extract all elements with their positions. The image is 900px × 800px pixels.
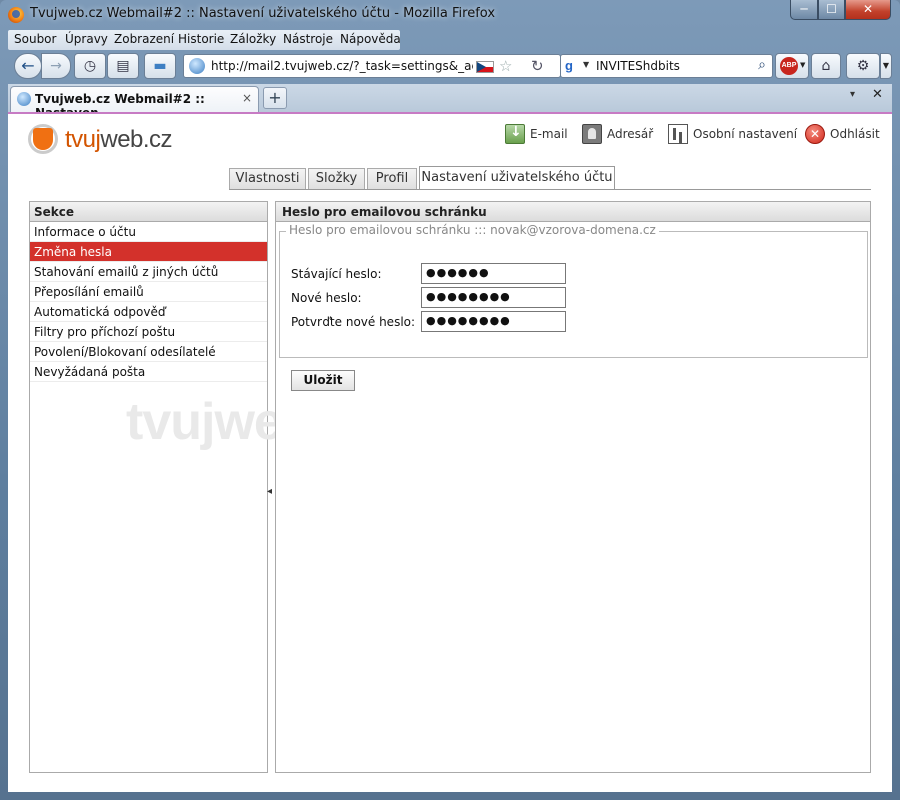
confirm-password-input[interactable]: ●●●●●●●● <box>421 311 566 332</box>
history-button[interactable]: ◷ <box>74 53 106 79</box>
tab-slozky[interactable]: Složky <box>308 168 365 190</box>
new-password-input[interactable]: ●●●●●●●● <box>421 287 566 308</box>
search-engine-dropdown-icon[interactable]: ▼ <box>583 60 589 69</box>
tab-profil[interactable]: Profil <box>367 168 417 190</box>
extension-button[interactable]: ⚙ <box>846 53 880 79</box>
tab-list-icon[interactable]: ▾ <box>850 89 855 100</box>
tab-close-icon[interactable]: × <box>242 91 252 105</box>
password-panel-header: Heslo pro emailovou schránku <box>276 202 870 222</box>
section-panel: Sekce Informace o účtu Změna hesla Staho… <box>29 201 380 773</box>
adblock-dropdown-icon[interactable]: ▼ <box>800 61 805 69</box>
email-icon <box>505 124 525 144</box>
menu-zalozky[interactable]: Záložky <box>230 32 276 46</box>
section-item-spam[interactable]: Nevyžádaná pošta <box>30 362 267 382</box>
addressbook-link-label: Adresář <box>607 127 654 141</box>
logo-mark-icon <box>28 124 58 154</box>
password-panel: Heslo pro emailovou schránku Heslo pro e… <box>275 201 871 773</box>
menu-nastroje[interactable]: Nástroje <box>283 32 333 46</box>
logout-icon: ✕ <box>805 124 825 144</box>
reload-icon[interactable]: ↻ <box>531 57 544 75</box>
tabs-divider <box>229 189 871 190</box>
home-button[interactable]: ⌂ <box>811 53 841 79</box>
personal-settings-label: Osobní nastavení <box>693 127 798 141</box>
menu-soubor[interactable]: Soubor <box>14 32 56 46</box>
search-bar[interactable]: g ▼ INVITEShdbits ⌕ <box>560 54 773 78</box>
menu-zobrazeni[interactable]: Zobrazení <box>114 32 174 46</box>
section-item-autoreply[interactable]: Automatická odpověď <box>30 302 267 322</box>
current-password-input[interactable]: ●●●●●● <box>421 263 566 284</box>
google-icon[interactable]: g <box>565 58 581 74</box>
password-fieldset: Heslo pro emailovou schránku ::: novak@v… <box>279 223 868 358</box>
fieldset-legend: Heslo pro emailovou schránku ::: novak@v… <box>286 223 659 237</box>
confirm-password-label: Potvrďte nové heslo: <box>291 315 416 329</box>
section-item-forwarding[interactable]: Přeposílání emailů <box>30 282 267 302</box>
logo[interactable]: tvujweb.cz <box>28 124 208 158</box>
czech-flag-icon <box>476 61 494 73</box>
addressbook-icon <box>582 124 602 144</box>
site-identity-icon[interactable] <box>189 58 205 74</box>
clock-icon: ◷ <box>83 58 97 74</box>
section-item-account-info[interactable]: Informace o účtu <box>30 222 267 242</box>
current-password-label: Stávající heslo: <box>291 267 382 281</box>
page-content: tvujweb.cz E-mail Adresář Osobní nastave… <box>8 112 892 792</box>
section-item-fetch-mail[interactable]: Stahování emailů z jiných účtů <box>30 262 267 282</box>
back-button[interactable]: ← <box>14 53 42 79</box>
speech-bubble-icon: ▬ <box>153 58 167 74</box>
menu-bar: Soubor Úpravy Zobrazení Historie Záložky… <box>8 30 401 50</box>
browser-window: Tvujweb.cz Webmail#2 :: Nastavení uživat… <box>0 0 900 800</box>
menu-upravy[interactable]: Úpravy <box>65 32 108 46</box>
section-item-filters[interactable]: Filtry pro příchozí poštu <box>30 322 267 342</box>
url-input[interactable]: http://mail2.tvujweb.cz/?_task=settings&… <box>211 59 473 73</box>
browser-tab[interactable]: Tvujweb.cz Webmail#2 :: Nastaven... × <box>10 86 259 120</box>
menu-historie[interactable]: Historie <box>178 32 224 46</box>
close-tab-icon[interactable]: ✕ <box>872 87 883 102</box>
adblock-icon: ABP <box>780 57 798 75</box>
settings-sliders-icon <box>668 124 688 144</box>
section-header: Sekce <box>30 202 267 222</box>
extension-dropdown-icon[interactable]: ▼ <box>880 53 892 79</box>
forward-button[interactable]: → <box>41 53 71 79</box>
printer-icon: ▤ <box>116 58 130 74</box>
tab-account-settings[interactable]: Nastavení uživatelského účtu <box>419 166 615 190</box>
save-button[interactable]: Uložit <box>291 370 355 391</box>
navigation-toolbar: ← → ◷ ▤ ▬ http://mail2.tvujweb.cz/?_task… <box>8 52 892 82</box>
new-tab-button[interactable]: + <box>263 87 287 109</box>
maximize-button[interactable]: ☐ <box>818 0 845 20</box>
search-input[interactable]: INVITEShdbits <box>596 59 680 73</box>
section-item-change-password[interactable]: Změna hesla <box>30 242 267 262</box>
logo-text: tvujweb.cz <box>65 126 173 153</box>
email-link-label: E-mail <box>530 127 568 141</box>
section-item-allow-block[interactable]: Povolení/Blokovaní odesílatelé <box>30 342 267 362</box>
logout-label: Odhlásit <box>830 127 880 141</box>
new-password-label: Nové heslo: <box>291 291 362 305</box>
chat-button[interactable]: ▬ <box>144 53 176 79</box>
tab-favicon-icon <box>17 92 31 106</box>
search-icon[interactable]: ⌕ <box>758 57 766 73</box>
gear-icon: ⚙ <box>856 58 870 74</box>
window-title: Tvujweb.cz Webmail#2 :: Nastavení uživat… <box>30 6 496 21</box>
menu-napoveda[interactable]: Nápověda <box>340 32 401 46</box>
adblock-button[interactable]: ABP ▼ <box>775 53 809 79</box>
panel-splitter[interactable]: ◂ <box>267 486 272 497</box>
url-bar[interactable]: http://mail2.tvujweb.cz/?_task=settings&… <box>183 54 561 78</box>
tab-vlastnosti[interactable]: Vlastnosti <box>229 168 306 190</box>
minimize-button[interactable]: ─ <box>790 0 818 20</box>
close-window-button[interactable]: ✕ <box>845 0 891 20</box>
print-button[interactable]: ▤ <box>107 53 139 79</box>
title-bar: Tvujweb.cz Webmail#2 :: Nastavení uživat… <box>0 0 900 30</box>
bookmark-star-icon[interactable]: ☆ <box>499 57 512 75</box>
tab-strip: Tvujweb.cz Webmail#2 :: Nastaven... × + … <box>8 84 892 120</box>
firefox-icon <box>8 7 24 23</box>
